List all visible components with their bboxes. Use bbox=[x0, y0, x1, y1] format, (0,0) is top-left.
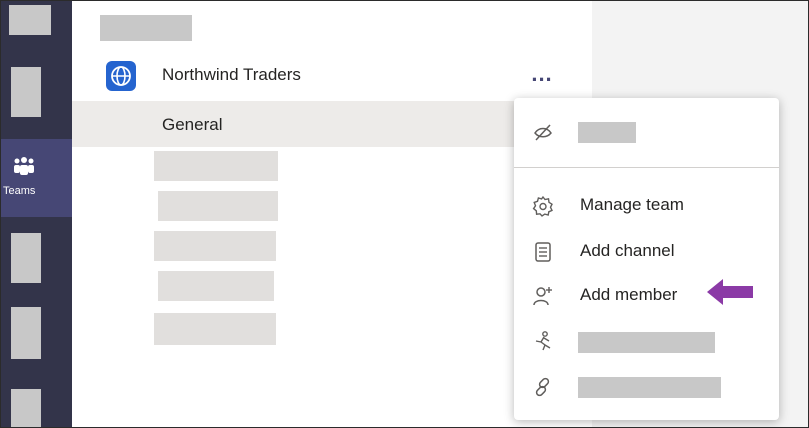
team-name: Northwind Traders bbox=[162, 65, 301, 84]
gear-icon bbox=[532, 195, 553, 217]
menu-item-get-link[interactable] bbox=[514, 366, 779, 406]
menu-item-hide[interactable] bbox=[514, 111, 779, 151]
channel-row-general[interactable]: General bbox=[72, 101, 522, 147]
more-icon: ... bbox=[531, 61, 553, 86]
channel-placeholder[interactable] bbox=[154, 231, 276, 261]
rail-item-teams[interactable]: Teams bbox=[1, 139, 72, 217]
rail-item[interactable] bbox=[11, 307, 41, 359]
add-person-icon bbox=[533, 287, 552, 306]
menu-item-manage-team[interactable]: Manage team bbox=[514, 185, 779, 225]
hidden-label-placeholder bbox=[578, 122, 636, 143]
globe-icon bbox=[111, 66, 131, 86]
rail-item[interactable] bbox=[11, 67, 41, 117]
channel-icon bbox=[535, 242, 551, 262]
team-context-menu: Manage team Add channel Add member bbox=[514, 98, 779, 420]
app-rail: Teams bbox=[1, 1, 72, 427]
rail-item[interactable] bbox=[9, 5, 51, 35]
teams-icon bbox=[14, 157, 34, 175]
team-row[interactable]: Northwind Traders ... bbox=[72, 53, 612, 97]
channel-placeholder[interactable] bbox=[158, 191, 278, 221]
rail-item[interactable] bbox=[11, 389, 41, 427]
rail-item[interactable] bbox=[11, 233, 41, 283]
rail-teams-label: Teams bbox=[3, 185, 36, 197]
more-options-button[interactable]: ... bbox=[527, 63, 557, 85]
hide-icon bbox=[534, 124, 552, 141]
menu-divider bbox=[514, 167, 779, 168]
link-icon bbox=[535, 377, 550, 397]
channel-label: General bbox=[162, 115, 223, 134]
channel-placeholder[interactable] bbox=[154, 313, 276, 345]
channel-placeholder[interactable] bbox=[158, 271, 274, 301]
header-placeholder bbox=[100, 15, 192, 41]
hidden-label-placeholder bbox=[578, 377, 721, 398]
hidden-label-placeholder bbox=[578, 332, 715, 353]
channel-placeholder[interactable] bbox=[154, 151, 278, 181]
menu-item-label: Add member bbox=[580, 285, 678, 304]
teams-window: Teams Northwind Traders ... General Mana… bbox=[0, 0, 809, 428]
menu-item-leave[interactable] bbox=[514, 320, 779, 360]
menu-item-label: Add channel bbox=[580, 241, 675, 260]
menu-item-add-channel[interactable]: Add channel bbox=[514, 231, 779, 271]
annotation-arrow-icon bbox=[707, 279, 753, 305]
menu-item-label: Manage team bbox=[580, 195, 684, 214]
team-avatar bbox=[106, 61, 136, 91]
leave-icon bbox=[535, 331, 551, 351]
